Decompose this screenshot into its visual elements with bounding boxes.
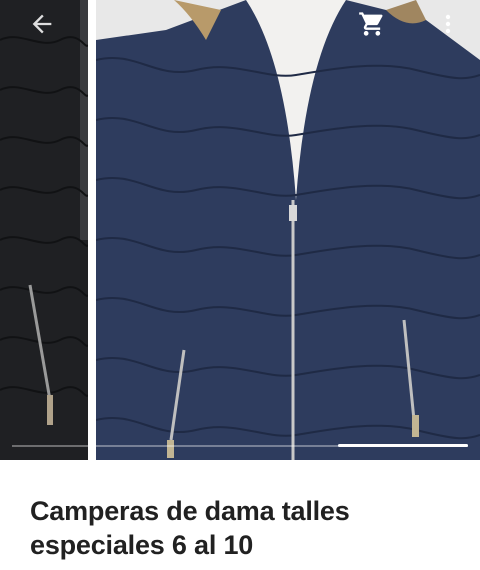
gallery-pager bbox=[0, 444, 480, 448]
product-info: Camperas de dama talles especiales 6 al … bbox=[0, 460, 480, 570]
product-title: Camperas de dama talles especiales 6 al … bbox=[30, 496, 350, 560]
shopping-cart-icon bbox=[359, 12, 383, 36]
arrow-left-icon bbox=[32, 14, 52, 34]
more-options-button[interactable] bbox=[430, 6, 466, 42]
navy-jacket-photo bbox=[96, 0, 480, 460]
gallery-photo-current[interactable] bbox=[96, 0, 480, 460]
gallery-photo-previous[interactable] bbox=[0, 0, 88, 460]
pager-thumb bbox=[338, 444, 468, 447]
more-vertical-icon bbox=[445, 14, 451, 34]
top-bar bbox=[0, 0, 480, 48]
black-jacket-photo bbox=[0, 0, 88, 460]
back-button[interactable] bbox=[24, 6, 60, 42]
product-gallery[interactable] bbox=[0, 0, 480, 460]
cart-button[interactable] bbox=[354, 6, 390, 42]
